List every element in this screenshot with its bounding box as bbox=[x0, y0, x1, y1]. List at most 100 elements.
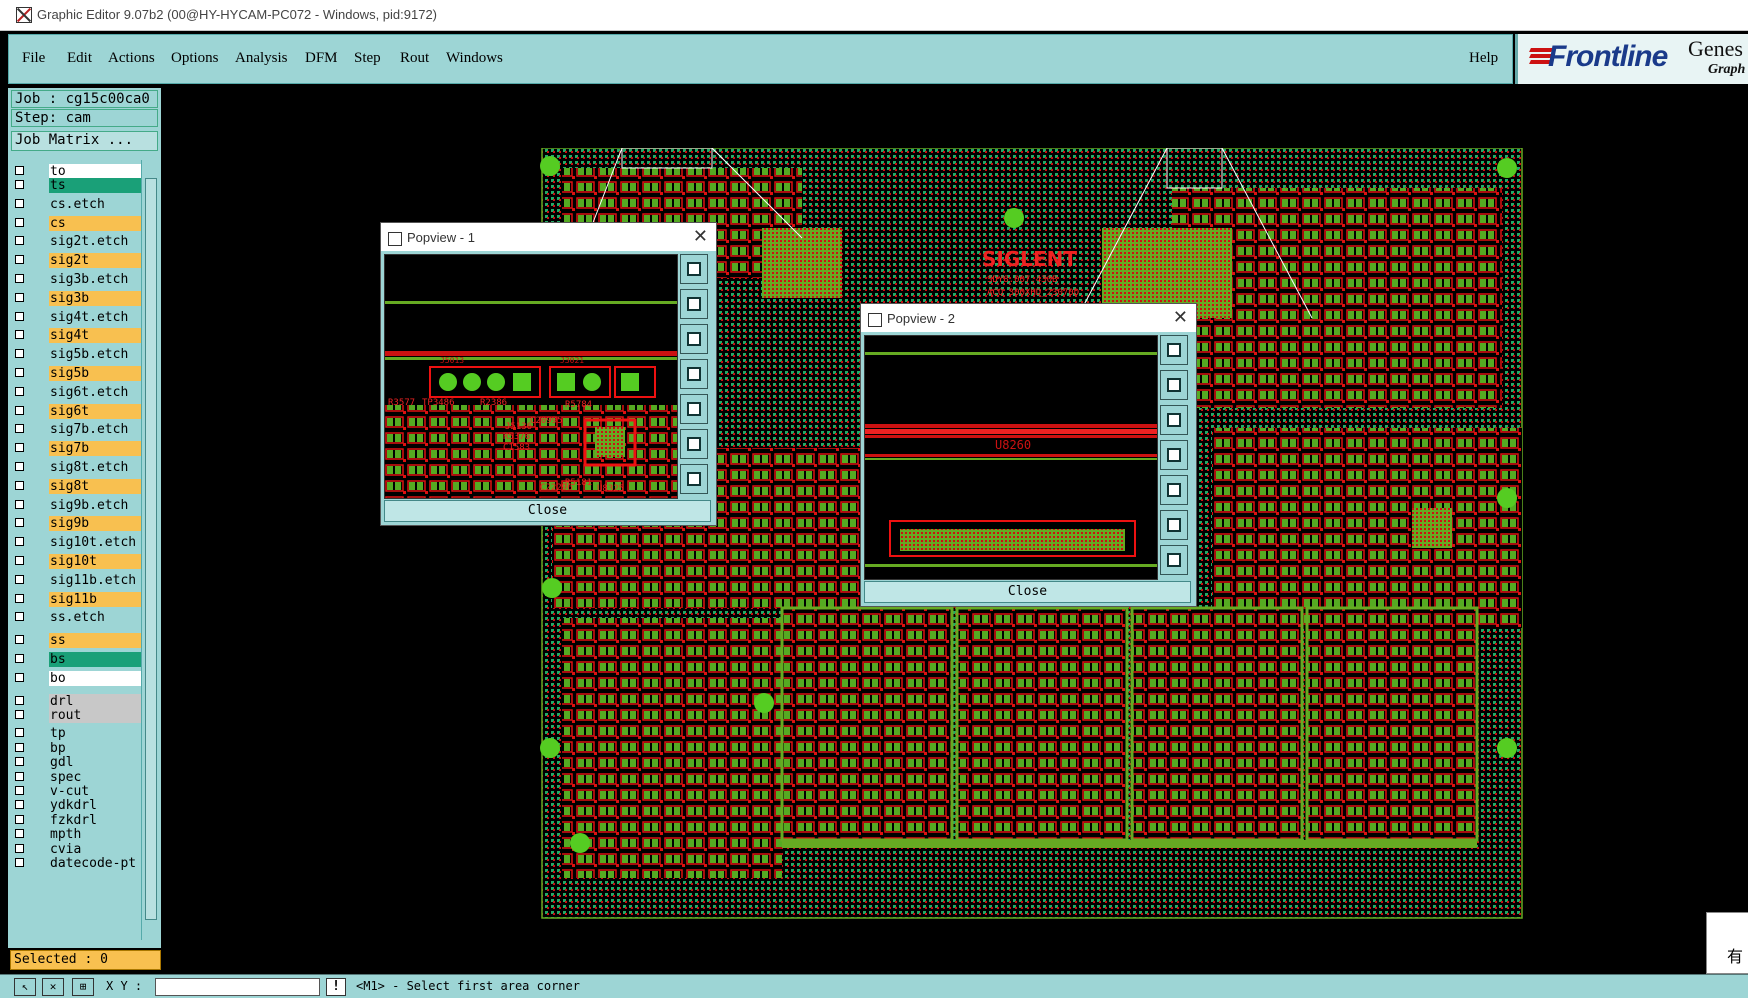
menu-actions[interactable]: Actions bbox=[108, 50, 155, 67]
layer-checkbox[interactable] bbox=[15, 368, 24, 377]
popview-2-close-button[interactable]: Close bbox=[864, 581, 1191, 603]
layer-name[interactable]: sig5b bbox=[49, 366, 142, 381]
layer-row[interactable]: cs.etch bbox=[11, 196, 145, 212]
layer-checkbox[interactable] bbox=[15, 672, 24, 682]
layer-name[interactable]: sig11b.etch bbox=[49, 572, 142, 588]
layer-row[interactable]: sig5b.etch bbox=[11, 347, 145, 363]
layer-row[interactable]: bo bbox=[11, 670, 145, 686]
layer-row[interactable]: sig7b bbox=[11, 441, 145, 457]
layer-checkbox[interactable] bbox=[15, 556, 24, 565]
layer-row[interactable]: sig2t bbox=[11, 253, 145, 269]
layer-checkbox[interactable] bbox=[15, 330, 24, 340]
menu-options[interactable]: Options bbox=[171, 50, 219, 67]
layer-row[interactable]: sig4t.etch bbox=[11, 309, 145, 325]
layer-name[interactable]: sig9b bbox=[49, 516, 142, 532]
menu-analysis[interactable]: Analysis bbox=[235, 50, 288, 67]
layer-row[interactable]: spec bbox=[11, 769, 145, 785]
layer-row[interactable]: sig6t bbox=[11, 403, 145, 419]
layer-row[interactable]: sig3b bbox=[11, 290, 145, 306]
layer-row[interactable]: to bbox=[11, 164, 145, 179]
layer-row[interactable]: sig2t.etch bbox=[11, 234, 145, 250]
layer-name[interactable]: sig4t.etch bbox=[49, 309, 142, 325]
layer-row[interactable]: ydkdrl bbox=[11, 798, 145, 814]
pv2-pan-left-icon[interactable] bbox=[1160, 440, 1188, 470]
layer-row[interactable]: sig9b.etch bbox=[11, 497, 145, 513]
layer-name[interactable]: bp bbox=[49, 740, 142, 756]
pv2-pan-down-icon[interactable] bbox=[1160, 405, 1188, 435]
layer-checkbox[interactable] bbox=[15, 858, 24, 867]
layer-checkbox[interactable] bbox=[15, 166, 24, 175]
menu-windows[interactable]: Windows bbox=[446, 50, 503, 67]
layer-row[interactable]: gdl bbox=[11, 755, 145, 771]
layer-checkbox[interactable] bbox=[15, 274, 24, 283]
layer-name[interactable]: datecode-pt bbox=[49, 856, 142, 871]
layer-row[interactable]: sig11b bbox=[11, 591, 145, 607]
layer-name[interactable]: fzkdrl bbox=[49, 812, 142, 828]
layer-scrollbar[interactable] bbox=[141, 160, 158, 940]
layer-name[interactable]: sig6t bbox=[49, 403, 142, 419]
layer-name[interactable]: sig7b.etch bbox=[49, 422, 142, 438]
layer-name[interactable]: sig2t bbox=[49, 253, 142, 269]
pv1-zoom-fit-icon[interactable] bbox=[680, 254, 708, 284]
pv1-pan-down-icon[interactable] bbox=[680, 324, 708, 354]
layer-checkbox[interactable] bbox=[15, 311, 24, 321]
graphic-canvas[interactable]: SIGLENT SDY8.007.430B ACQ 300XHD_23070D bbox=[162, 88, 1748, 972]
layer-checkbox[interactable] bbox=[15, 499, 24, 509]
layer-checkbox[interactable] bbox=[15, 654, 24, 663]
layer-checkbox[interactable] bbox=[15, 537, 24, 547]
layer-name[interactable]: ts bbox=[49, 178, 142, 194]
layer-name[interactable]: tp bbox=[49, 726, 142, 742]
layer-row[interactable]: sig6t.etch bbox=[11, 384, 145, 400]
layer-name[interactable]: to bbox=[49, 164, 142, 179]
pv2-pan-right-icon[interactable] bbox=[1160, 475, 1188, 505]
layer-checkbox[interactable] bbox=[15, 198, 24, 208]
layer-checkbox[interactable] bbox=[15, 800, 24, 810]
popview-1-view[interactable]: R3577 TP3486 C20995 R5784 C1583 U8325 R5… bbox=[384, 254, 678, 499]
layer-name[interactable]: mpth bbox=[49, 827, 142, 843]
layer-name[interactable]: sig4t bbox=[49, 328, 142, 344]
layer-row[interactable]: ss bbox=[11, 633, 145, 649]
layer-checkbox[interactable] bbox=[15, 292, 24, 302]
layer-row[interactable]: sig4t bbox=[11, 328, 145, 344]
layer-name[interactable]: rout bbox=[49, 708, 142, 723]
layer-row[interactable]: rout bbox=[11, 708, 145, 723]
layer-name[interactable]: ss bbox=[49, 633, 142, 649]
grid-tool-icon[interactable]: ⊞ bbox=[72, 978, 94, 996]
menu-help[interactable]: Help bbox=[1469, 50, 1498, 67]
pv2-pan-up-icon[interactable] bbox=[1160, 370, 1188, 400]
layer-checkbox[interactable] bbox=[15, 742, 24, 752]
pv1-zoom-out-icon[interactable] bbox=[680, 464, 708, 494]
layer-checkbox[interactable] bbox=[15, 236, 24, 246]
layer-row[interactable]: sig8t bbox=[11, 478, 145, 494]
pv2-zoom-out-icon[interactable] bbox=[1160, 545, 1188, 575]
layer-checkbox[interactable] bbox=[15, 814, 24, 824]
layer-row[interactable]: ss.etch bbox=[11, 610, 145, 626]
corner-window[interactable]: 有 bbox=[1706, 912, 1748, 974]
layer-row[interactable]: sig10t bbox=[11, 554, 145, 569]
layer-row[interactable]: bs bbox=[11, 652, 145, 667]
layer-name[interactable]: ydkdrl bbox=[49, 798, 142, 814]
menu-file[interactable]: File bbox=[22, 50, 45, 67]
layer-row[interactable]: bp bbox=[11, 740, 145, 756]
layer-row[interactable]: sig10t.etch bbox=[11, 535, 145, 551]
layer-name[interactable]: sig9b.etch bbox=[49, 497, 142, 513]
pv2-zoom-fit-icon[interactable] bbox=[1160, 335, 1188, 365]
layer-checkbox[interactable] bbox=[15, 349, 24, 359]
layer-checkbox[interactable] bbox=[15, 843, 24, 853]
menu-dfm[interactable]: DFM bbox=[305, 50, 338, 67]
layer-name[interactable]: sig10t.etch bbox=[49, 535, 142, 551]
layer-checkbox[interactable] bbox=[15, 829, 24, 839]
layer-checkbox[interactable] bbox=[15, 786, 24, 795]
scrollbar-thumb[interactable] bbox=[145, 178, 157, 920]
layer-name[interactable]: ss.etch bbox=[49, 610, 142, 626]
pv1-pan-left-icon[interactable] bbox=[680, 359, 708, 389]
menu-step[interactable]: Step bbox=[354, 50, 381, 67]
popview-1-close-icon[interactable]: ✕ bbox=[693, 226, 708, 247]
measure-tool-icon[interactable]: ✕ bbox=[42, 978, 64, 996]
layer-name[interactable]: sig6t.etch bbox=[49, 384, 142, 400]
layer-row[interactable]: tp bbox=[11, 726, 145, 742]
layer-row[interactable]: sig11b.etch bbox=[11, 572, 145, 588]
layer-checkbox[interactable] bbox=[15, 462, 24, 471]
layer-name[interactable]: sig8t bbox=[49, 478, 142, 494]
job-matrix-button[interactable]: Job Matrix ... bbox=[11, 131, 158, 151]
